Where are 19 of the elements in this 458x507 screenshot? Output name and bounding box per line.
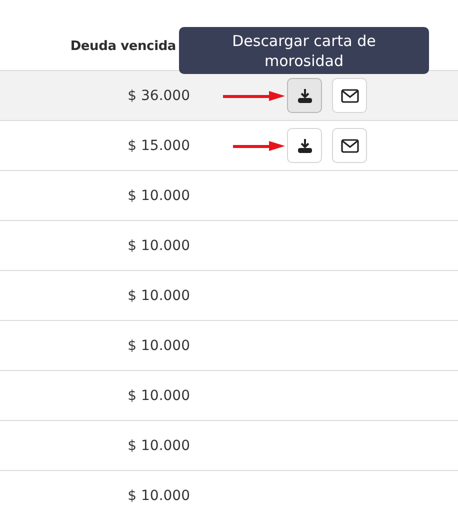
download-icon xyxy=(296,138,312,154)
mail-button[interactable] xyxy=(332,128,367,163)
mail-button[interactable] xyxy=(332,78,367,113)
amount-cell-text: $ 15.000 xyxy=(126,138,190,154)
download-button[interactable] xyxy=(287,78,322,113)
amount-cell-text: $ 10.000 xyxy=(126,288,190,304)
amount-cell-text: $ 10.000 xyxy=(126,388,190,404)
mail-icon xyxy=(340,138,358,152)
amount-cell-text: $ 10.000 xyxy=(126,188,190,204)
download-icon xyxy=(296,88,312,104)
mail-icon xyxy=(340,88,358,102)
tooltip: Descargar carta de morosidad xyxy=(179,27,429,74)
amount-cell-text: $ 36.000 xyxy=(126,88,190,104)
amount-cell-text: $ 10.000 xyxy=(126,438,190,454)
download-button[interactable] xyxy=(287,128,322,163)
column-header: Deuda vencida xyxy=(69,39,176,56)
amount-cell-text: $ 10.000 xyxy=(126,338,190,354)
amount-cell-text: $ 10.000 xyxy=(126,238,190,254)
amount-cell-text: $ 10.000 xyxy=(126,488,190,504)
